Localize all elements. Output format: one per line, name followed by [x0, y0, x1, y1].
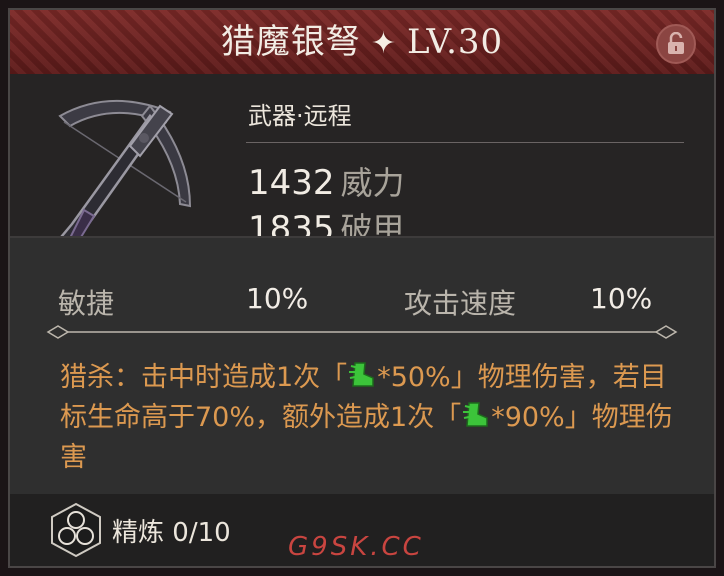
item-category: 武器·远程 [248, 102, 352, 130]
divider [246, 142, 684, 143]
item-header: 猎魔银弩 ✦ LV.30 [10, 10, 714, 76]
item-title: 猎魔银弩 ✦ LV.30 [10, 20, 714, 66]
refine-status: 精炼 0/10 [112, 512, 231, 549]
lock-icon[interactable] [656, 24, 696, 64]
stat-label: 威力 [340, 164, 405, 202]
item-card: 猎魔银弩 ✦ LV.30 武器·远程 1432 威力 1835 破甲 敏捷 10… [8, 8, 716, 568]
item-level: LV.30 [406, 22, 504, 62]
refine-label: 精炼 [112, 518, 165, 548]
skill-text-1: 猎杀：击中时造成1次「 [60, 362, 348, 393]
attr-label-agility: 敏捷 [58, 287, 115, 320]
boot-icon [349, 362, 374, 387]
skill-description: 猎杀：击中时造成1次「 *50%」物理伤害，若目标生命高于70%，额外造成1次「 *… [60, 358, 680, 478]
attr-value-agility: 10% [246, 282, 309, 315]
watermark: G9SK.CC [288, 532, 424, 562]
ornament-divider [46, 325, 678, 339]
refine-value: 0/10 [172, 518, 231, 548]
item-name: 猎魔银弩 [220, 22, 361, 62]
refine-hexagon-icon [51, 502, 101, 558]
stat-row-power: 1432 威力 [248, 158, 405, 204]
stat-value: 1432 [248, 163, 335, 203]
crossbow-icon [58, 99, 192, 248]
star-icon: ✦ [370, 26, 397, 61]
attr-label-attack-speed: 攻击速度 [404, 287, 517, 320]
weapon-info: 武器·远程 1432 威力 1835 破甲 [10, 74, 714, 249]
attr-value-attack-speed: 10% [590, 282, 653, 315]
sub-attributes: 敏捷 10% 攻击速度 10% 猎杀：击中时造成1次「 *50%」物理伤害，若目标… [10, 236, 714, 496]
boot-icon [463, 402, 488, 427]
